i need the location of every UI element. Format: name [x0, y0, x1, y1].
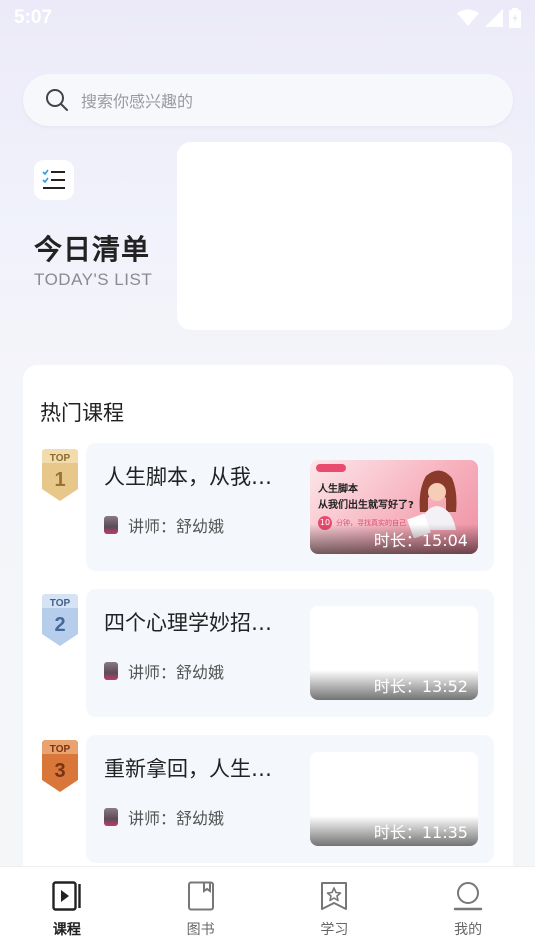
tab-label: 课程 — [52, 922, 81, 938]
search-icon — [46, 89, 68, 111]
lecturer-avatar — [104, 808, 118, 826]
profile-icon — [453, 882, 483, 911]
course-duration: 时长：11:35 — [373, 823, 468, 842]
course-duration: 时长：15:04 — [373, 531, 468, 550]
course-title: 四个心理学妙招… — [104, 611, 272, 635]
top2-number: 2 — [54, 614, 65, 636]
bottom-tab-bar: 课程 图书 学习 我的 — [0, 866, 535, 951]
course-thumbnail[interactable]: 时长：11:35 — [310, 752, 478, 846]
top2-badge-icon: TOP 2 — [42, 594, 78, 646]
lecturer-name: 讲师：舒幼娥 — [128, 809, 225, 828]
tab-profile[interactable]: 我的 — [401, 867, 535, 951]
tab-label: 学习 — [320, 922, 349, 938]
today-title: 今日清单 — [34, 233, 151, 266]
today-subtitle: TODAY'S LIST — [34, 270, 153, 289]
top3-number: 3 — [54, 760, 65, 782]
status-time: 5:07 — [14, 7, 53, 28]
search-placeholder: 搜索你感兴趣的 — [81, 92, 194, 111]
study-star-icon — [321, 882, 348, 910]
course-card[interactable]: 人生脚本，从我… 讲师：舒幼娥 人生脚本 从我们出生就写好了? 10 分钟，寻找… — [86, 443, 494, 571]
course-card[interactable]: 四个心理学妙招… 讲师：舒幼娥 时长：13:52 — [86, 589, 494, 717]
lecturer-name: 讲师：舒幼娥 — [128, 517, 225, 536]
top1-badge-icon: TOP 1 — [42, 449, 78, 501]
today-list-button[interactable] — [34, 160, 74, 200]
banner[interactable] — [177, 142, 512, 330]
status-bar: 5:07 — [0, 0, 535, 36]
thumb-subtitle: 从我们出生就写好了? — [318, 500, 414, 511]
thumb-tag — [316, 464, 346, 472]
top1-number: 1 — [54, 469, 65, 491]
wifi-icon — [457, 9, 479, 26]
lecturer-avatar — [104, 516, 118, 534]
lecturer-name: 讲师：舒幼娥 — [128, 663, 225, 682]
search-input[interactable]: 搜索你感兴趣的 — [23, 74, 513, 126]
tab-label: 图书 — [186, 922, 215, 938]
course-card[interactable]: 重新拿回，人生… 讲师：舒幼娥 时长：11:35 — [86, 735, 494, 863]
tab-course[interactable]: 课程 — [0, 867, 134, 951]
course-title: 人生脚本，从我… — [104, 465, 272, 489]
course-duration: 时长：13:52 — [373, 677, 468, 696]
course-title: 重新拿回，人生… — [104, 757, 272, 781]
checklist-icon — [42, 169, 65, 189]
hot-courses-title: 热门课程 — [40, 401, 124, 425]
lecturer-avatar — [104, 662, 118, 680]
tab-study[interactable]: 学习 — [268, 867, 402, 951]
course-thumbnail[interactable]: 时长：13:52 — [310, 606, 478, 700]
course-play-icon — [52, 881, 81, 911]
tab-book[interactable]: 图书 — [134, 867, 268, 951]
status-icons — [457, 8, 521, 28]
hot-courses-panel: 热门课程 TOP 1 人生脚本，从我… 讲师：舒幼娥 人生脚本 从我们出生就写好… — [23, 365, 513, 885]
book-icon — [187, 881, 214, 911]
battery-icon — [509, 8, 521, 28]
lecturer: 讲师：舒幼娥 — [104, 805, 224, 829]
top1-label: TOP — [50, 453, 71, 464]
top3-label: TOP — [50, 744, 71, 755]
lecturer: 讲师：舒幼娥 — [104, 513, 224, 537]
thumb-title: 人生脚本 — [318, 484, 358, 495]
course-thumbnail[interactable]: 人生脚本 从我们出生就写好了? 10 分钟，寻找真实的自己 时长：15:04 — [310, 460, 478, 554]
signal-icon — [485, 9, 503, 27]
lecturer: 讲师：舒幼娥 — [104, 659, 224, 683]
tab-label: 我的 — [454, 922, 483, 938]
top2-label: TOP — [50, 598, 71, 609]
top3-badge-icon: TOP 3 — [42, 740, 78, 792]
